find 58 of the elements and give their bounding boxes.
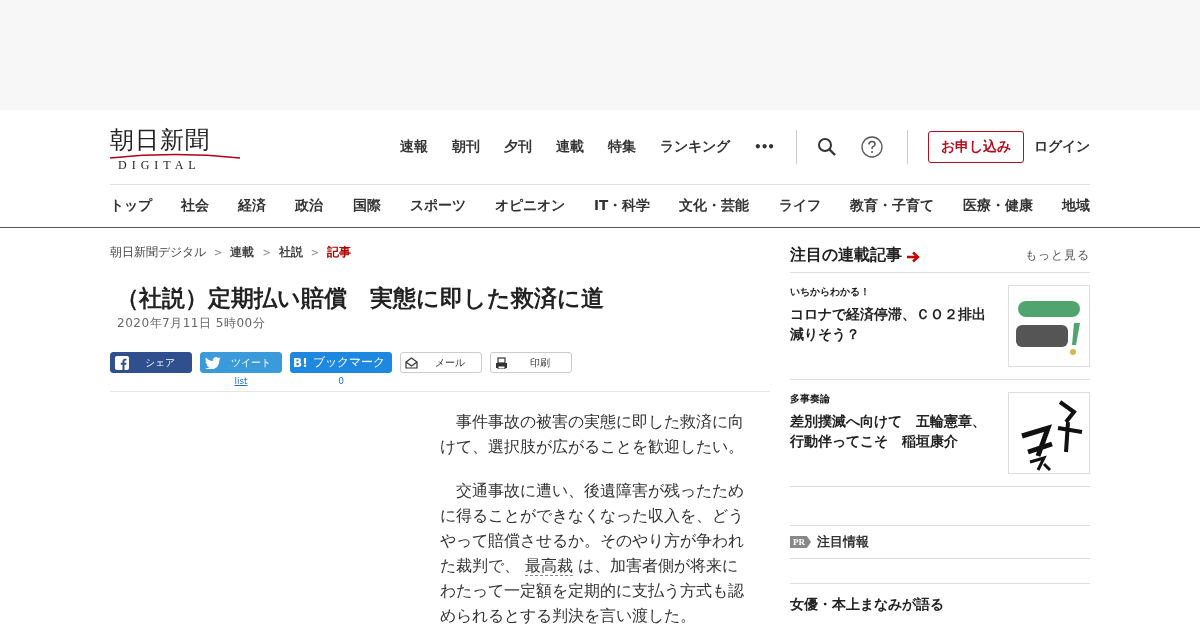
breadcrumb-link[interactable]: 連載 (230, 244, 255, 261)
more-menu-button[interactable]: ••• (754, 140, 774, 154)
section-heading: 注目情報 (817, 533, 869, 551)
article-title: （社説）定期払い賠償 実態に即した救済に道 (116, 284, 605, 313)
nav-link[interactable]: ランキング (660, 138, 730, 156)
series-label: 多事奏論 (790, 392, 831, 406)
print-share-button[interactable]: 印刷 (490, 352, 572, 373)
help-icon[interactable] (861, 136, 883, 158)
term-link[interactable]: 最高裁 (524, 557, 573, 576)
breadcrumb-link[interactable]: 社説 (278, 244, 303, 261)
article-link[interactable]: コロナで経済停滞、ＣＯ２排出減りそう？ (790, 304, 996, 344)
breadcrumb-separator: > (262, 247, 271, 258)
category-link[interactable]: オピニオン (494, 197, 565, 215)
search-icon[interactable] (817, 137, 837, 157)
hatena-share-button[interactable]: B! ブックマーク (290, 352, 392, 373)
breadcrumb-link[interactable]: 朝日新聞デジタル (110, 244, 206, 261)
share-count[interactable]: 0 (338, 375, 344, 387)
nav-link[interactable]: 速報 (400, 138, 428, 156)
mail-share-button[interactable]: メール (400, 352, 482, 373)
more-link[interactable]: もっと見る (1025, 246, 1090, 264)
nav-link[interactable]: 朝刊 (452, 138, 480, 156)
category-link[interactable]: 教育・子育て (849, 197, 934, 215)
subscribe-button[interactable]: お申し込み (928, 131, 1024, 163)
category-link[interactable]: 社会 (181, 197, 210, 215)
breadcrumb-separator: > (310, 247, 320, 258)
logo[interactable]: 朝日新聞 DIGITAL (110, 126, 240, 172)
facebook-share-button[interactable]: シェア (110, 352, 192, 373)
envelope-icon (405, 356, 418, 369)
category-link[interactable]: 地域 (1061, 197, 1090, 215)
pr-badge: PR (790, 536, 811, 548)
category-link[interactable]: スポーツ (409, 197, 466, 215)
arrow-icon (906, 249, 920, 264)
category-link[interactable]: 国際 (352, 197, 381, 215)
hatena-icon: B! (293, 355, 308, 370)
series-label: いちからわかる！ (790, 285, 871, 299)
share-count[interactable]: list (234, 375, 248, 387)
category-link[interactable]: ライフ (778, 197, 821, 215)
article-paragraph: 事件事故の被害の実態に即した救済に向けて、選択肢が広がることを歓迎したい。 (440, 412, 745, 458)
login-link[interactable]: ログイン (1034, 138, 1090, 156)
category-link[interactable]: 経済 (238, 197, 267, 215)
category-link[interactable]: 文化・芸能 (679, 197, 750, 215)
category-link[interactable]: 政治 (295, 197, 324, 215)
breadcrumb-separator: > (214, 247, 223, 258)
facebook-icon (115, 355, 129, 370)
breadcrumb-current: 記事 (327, 244, 352, 261)
bird-icon (205, 356, 221, 369)
nav-link[interactable]: 連載 (556, 138, 584, 156)
nav-link[interactable]: 特集 (608, 138, 636, 156)
article-link[interactable]: 差別撲滅へ向けて 五輪憲章、行動伴ってこそ 稲垣康介 (790, 411, 996, 451)
nav-link[interactable]: 夕刊 (504, 138, 532, 156)
article-paragraph: 交通事故に遭い、後遺障害が残ったために得ることができなくなった収入を、どうやって賠償させるか。そのやり方が争われた裁判で、 最高裁 は、加害者側が将来にわたって一定額を定期的に支払う方式も認められるとする判決を言い渡した。 (440, 481, 745, 627)
sidebar-heading[interactable]: 注目の連載記事 (790, 244, 920, 266)
featured-title[interactable]: 女優・本上まなみが語る (790, 596, 1090, 614)
category-link[interactable]: IT・科学 (594, 197, 651, 215)
category-link[interactable]: 医療・健康 (962, 197, 1033, 215)
category-link[interactable]: トップ (110, 197, 152, 215)
printer-icon (495, 356, 508, 369)
article-date: 2020年7月11日 5時00分 (117, 315, 267, 332)
